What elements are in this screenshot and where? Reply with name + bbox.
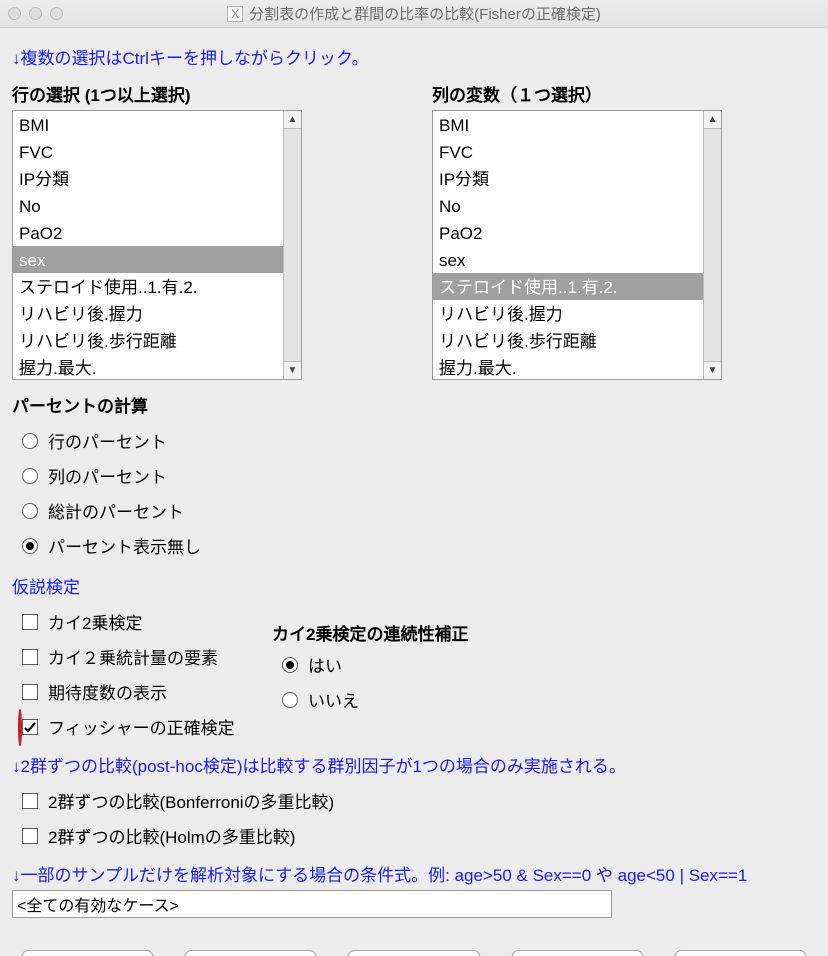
list-item[interactable]: ステロイド使用..1.有.2. <box>13 273 283 300</box>
checkbox-icon <box>22 614 38 630</box>
check-holm-label: 2群ずつの比較(Holmの多重比較) <box>48 823 295 848</box>
col-variable-list[interactable]: BMIFVCIP分類NoPaO2sexステロイド使用..1.有.2.リハビリ後.… <box>433 111 703 379</box>
list-item[interactable]: リハビリ後.握力 <box>433 300 703 327</box>
check-holm[interactable]: 2群ずつの比較(Holmの多重比較) <box>12 818 816 853</box>
row-variable-list[interactable]: BMIFVCIP分類NoPaO2sexステロイド使用..1.有.2.リハビリ後.… <box>13 111 283 379</box>
cancel-button[interactable]: キャン <box>512 950 643 956</box>
hypothesis-heading: 仮説検定 <box>12 573 816 598</box>
percent-heading: パーセントの計算 <box>12 392 816 417</box>
list-item[interactable]: IP分類 <box>433 165 703 192</box>
checkbox-icon <box>22 828 38 844</box>
help-button[interactable]: ヘルプ <box>22 950 153 956</box>
app-x-icon: X <box>227 6 243 22</box>
radio-icon <box>22 433 38 449</box>
list-item[interactable]: PaO2 <box>13 219 283 246</box>
zoom-light[interactable] <box>50 7 63 20</box>
scroll-down-icon[interactable]: ▼ <box>284 361 301 379</box>
button-row: ヘルプ リセッ 適用 キャン OK <box>12 938 816 956</box>
check-expected-label: 期待度数の表示 <box>48 679 167 704</box>
list-item[interactable]: sex <box>433 246 703 273</box>
list-item[interactable]: FVC <box>13 138 283 165</box>
continuity-no[interactable]: いいえ <box>272 682 468 717</box>
check-fisher-label: フィッシャーの正確検定 <box>48 714 235 739</box>
row-variable-label: 行の選択 (1つ以上選択) <box>12 81 302 106</box>
checkbox-icon <box>22 649 38 665</box>
percent-option[interactable]: 行のパーセント <box>12 423 816 458</box>
list-item[interactable]: リハビリ後.歩行距離 <box>13 327 283 354</box>
subset-input[interactable] <box>12 890 612 918</box>
hypothesis-checkgroup: カイ2乗検定 カイ２乗統計量の要素 期待度数の表示 フィッシャーの正確検定 <box>12 604 272 744</box>
percent-option-label: 総計のパーセント <box>48 498 184 523</box>
check-chi2-label: カイ2乗検定 <box>48 609 142 634</box>
pairwise-checkgroup: 2群ずつの比較(Bonferroniの多重比較) 2群ずつの比較(Holmの多重… <box>12 783 816 853</box>
percent-option-label: パーセント表示無し <box>48 533 201 558</box>
radio-icon <box>22 538 38 554</box>
checkbox-icon <box>22 719 38 735</box>
radio-icon <box>22 503 38 519</box>
check-expected[interactable]: 期待度数の表示 <box>12 674 272 709</box>
apply-button[interactable]: 適用 <box>348 950 479 956</box>
list-item[interactable]: FVC <box>433 138 703 165</box>
scroll-up-icon[interactable]: ▲ <box>704 111 721 129</box>
scroll-down-icon[interactable]: ▼ <box>704 361 721 379</box>
hint-subset: ↓一部のサンプルだけを解析対象にする場合の条件式。例: age>50 & Sex… <box>12 861 816 886</box>
radio-icon <box>282 692 298 708</box>
list-item[interactable]: IP分類 <box>13 165 283 192</box>
list-item[interactable]: PaO2 <box>433 219 703 246</box>
continuity-yes-label: はい <box>308 652 342 677</box>
percent-radiogroup: 行のパーセント列のパーセント総計のパーセントパーセント表示無し <box>12 423 816 563</box>
hint-posthoc: ↓2群ずつの比較(post-hoc検定)は比較する群別因子が1つの場合のみ実施さ… <box>12 752 816 777</box>
list-item[interactable]: No <box>433 192 703 219</box>
hint-multiselect: ↓複数の選択はCtrlキーを押しながらクリック。 <box>12 44 816 69</box>
col-variable-label: 列の変数（１つ選択） <box>432 81 722 106</box>
continuity-yes[interactable]: はい <box>272 647 468 682</box>
percent-option-label: 行のパーセント <box>48 428 167 453</box>
traffic-lights <box>8 7 78 20</box>
row-variable-block: 行の選択 (1つ以上選択) BMIFVCIP分類NoPaO2sexステロイド使用… <box>12 81 302 380</box>
scroll-up-icon[interactable]: ▲ <box>284 111 301 129</box>
list-item[interactable]: BMI <box>433 111 703 138</box>
check-chi2[interactable]: カイ2乗検定 <box>12 604 272 639</box>
checkbox-icon <box>22 793 38 809</box>
ok-button[interactable]: OK <box>675 950 806 956</box>
row-list-scrollbar[interactable]: ▲ ▼ <box>283 111 301 379</box>
col-variable-block: 列の変数（１つ選択） BMIFVCIP分類NoPaO2sexステロイド使用..1… <box>432 81 722 380</box>
list-item[interactable]: ステロイド使用..1.有.2. <box>433 273 703 300</box>
list-item[interactable]: No <box>13 192 283 219</box>
list-item[interactable]: 握力.最大. <box>13 354 283 379</box>
col-list-scrollbar[interactable]: ▲ ▼ <box>703 111 721 379</box>
reset-button[interactable]: リセッ <box>185 950 316 956</box>
list-item[interactable]: BMI <box>13 111 283 138</box>
check-chi2-stat-label: カイ２乗統計量の要素 <box>48 644 218 669</box>
percent-option[interactable]: パーセント表示無し <box>12 528 816 563</box>
percent-option[interactable]: 総計のパーセント <box>12 493 816 528</box>
title-bar: X 分割表の作成と群間の比率の比較(Fisherの正確検定) <box>0 0 828 28</box>
radio-icon <box>282 657 298 673</box>
list-item[interactable]: sex <box>13 246 283 273</box>
checkbox-icon <box>22 684 38 700</box>
check-bonferroni[interactable]: 2群ずつの比較(Bonferroniの多重比較) <box>12 783 816 818</box>
list-item[interactable]: リハビリ後.歩行距離 <box>433 327 703 354</box>
check-fisher[interactable]: フィッシャーの正確検定 <box>12 709 272 744</box>
continuity-heading: カイ2乗検定の連続性補正 <box>272 620 468 645</box>
check-chi2-stat[interactable]: カイ２乗統計量の要素 <box>12 639 272 674</box>
percent-option[interactable]: 列のパーセント <box>12 458 816 493</box>
minimize-light[interactable] <box>29 7 42 20</box>
close-light[interactable] <box>8 7 21 20</box>
list-item[interactable]: 握力.最大. <box>433 354 703 379</box>
radio-icon <box>22 468 38 484</box>
list-item[interactable]: リハビリ後.握力 <box>13 300 283 327</box>
continuity-no-label: いいえ <box>308 687 359 712</box>
percent-option-label: 列のパーセント <box>48 463 167 488</box>
window-title: 分割表の作成と群間の比率の比較(Fisherの正確検定) <box>249 3 601 24</box>
check-bonferroni-label: 2群ずつの比較(Bonferroniの多重比較) <box>48 788 334 813</box>
